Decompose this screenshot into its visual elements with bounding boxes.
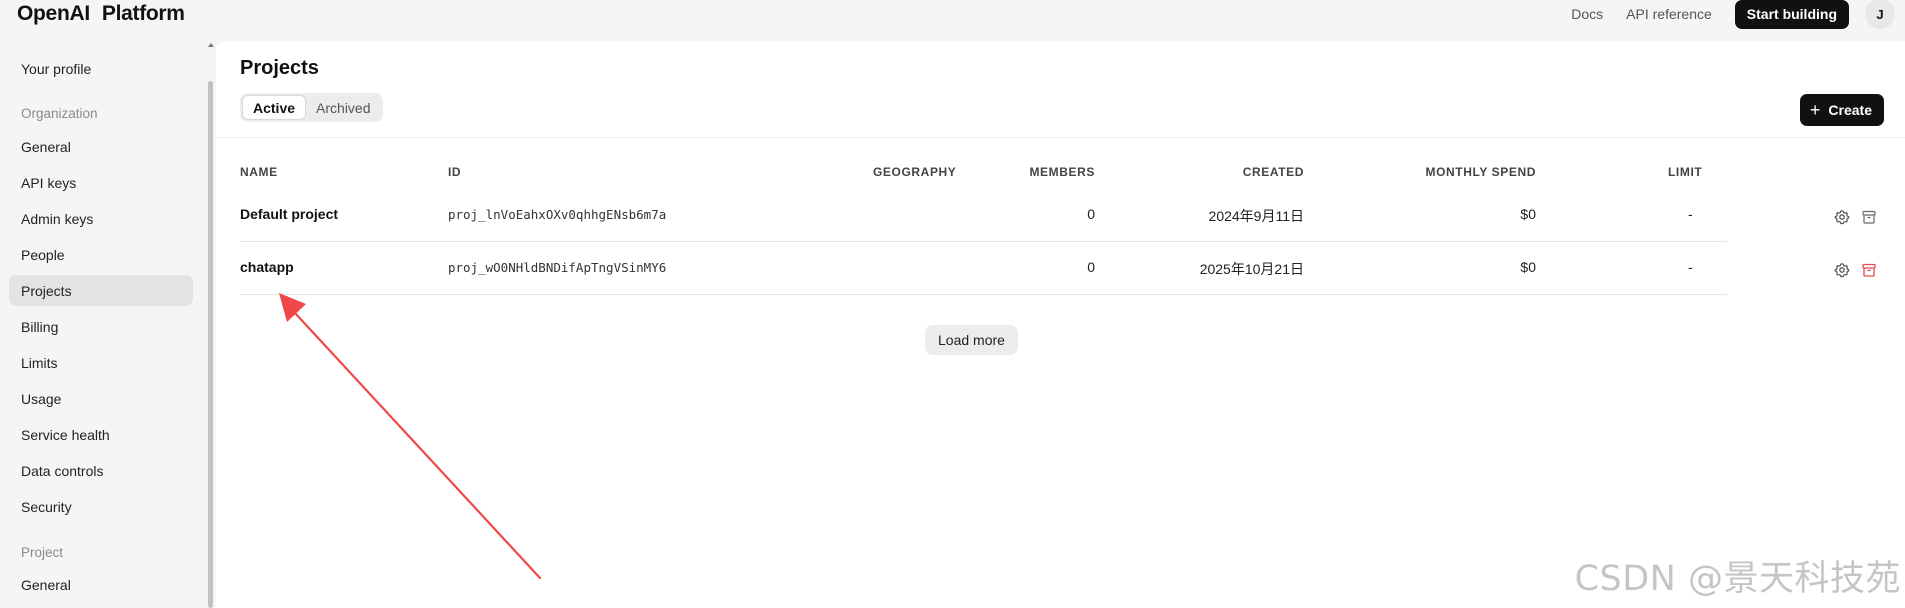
watermark: CSDN @景天科技苑	[1574, 559, 1901, 599]
annotation-arrow-icon	[279, 293, 542, 580]
